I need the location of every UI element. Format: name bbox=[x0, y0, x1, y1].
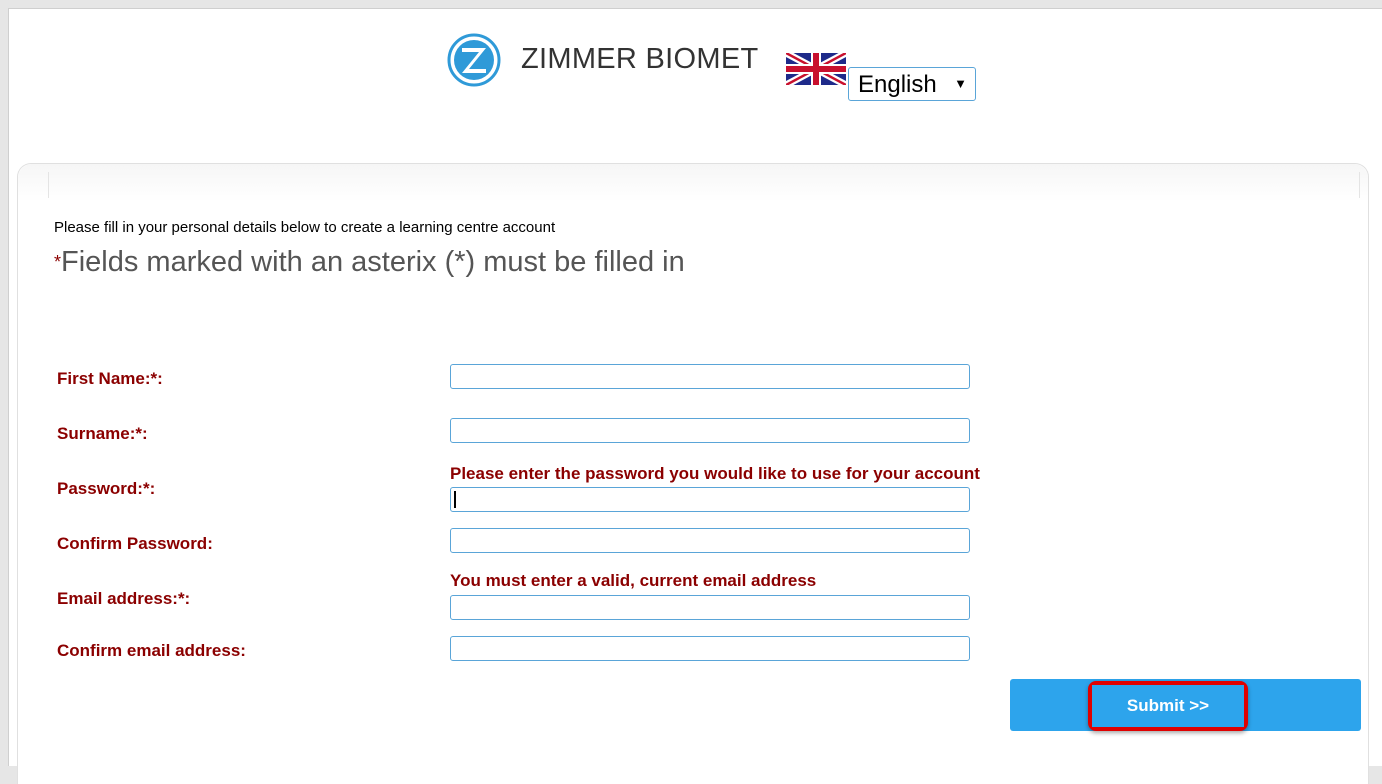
confirm-password-label: Confirm Password: bbox=[57, 534, 213, 553]
password-input[interactable] bbox=[450, 487, 970, 512]
confirm-email-label: Confirm email address: bbox=[57, 641, 246, 660]
panel-divider bbox=[1359, 172, 1360, 198]
surname-label: Surname:*: bbox=[57, 424, 148, 443]
email-input[interactable] bbox=[450, 595, 970, 620]
chevron-down-icon: ▼ bbox=[954, 76, 967, 91]
surname-input[interactable] bbox=[450, 418, 970, 443]
confirm-password-input[interactable] bbox=[450, 528, 970, 553]
text-cursor bbox=[454, 491, 456, 508]
panel-header-bar bbox=[18, 164, 1368, 202]
uk-flag-icon[interactable] bbox=[786, 53, 846, 85]
email-hint: You must enter a valid, current email ad… bbox=[450, 571, 817, 590]
panel-divider bbox=[48, 172, 49, 198]
zimmer-biomet-logo-icon bbox=[447, 33, 501, 87]
first-name-input[interactable] bbox=[450, 364, 970, 389]
email-label: Email address:*: bbox=[57, 589, 191, 608]
first-name-label: First Name:*: bbox=[57, 369, 163, 388]
header: ZIMMER BIOMET English ▼ bbox=[9, 9, 1382, 119]
required-asterisk: * bbox=[54, 252, 62, 272]
required-fields-note: *Fields marked with an asterix (*) must … bbox=[54, 246, 685, 279]
password-label: Password:*: bbox=[57, 479, 156, 498]
language-select[interactable]: English ▼ bbox=[848, 67, 976, 101]
language-select-value: English bbox=[858, 71, 937, 98]
page-frame: ZIMMER BIOMET English ▼ Please fill in y… bbox=[8, 8, 1382, 784]
password-hint: Please enter the password you would like… bbox=[450, 464, 980, 483]
submit-button[interactable]: Submit >> bbox=[1092, 685, 1244, 727]
required-note-text: Fields marked with an asterix (*) must b… bbox=[61, 246, 685, 278]
confirm-email-input[interactable] bbox=[450, 636, 970, 661]
intro-text: Please fill in your personal details bel… bbox=[54, 219, 556, 236]
brand-name: ZIMMER BIOMET bbox=[521, 43, 759, 75]
